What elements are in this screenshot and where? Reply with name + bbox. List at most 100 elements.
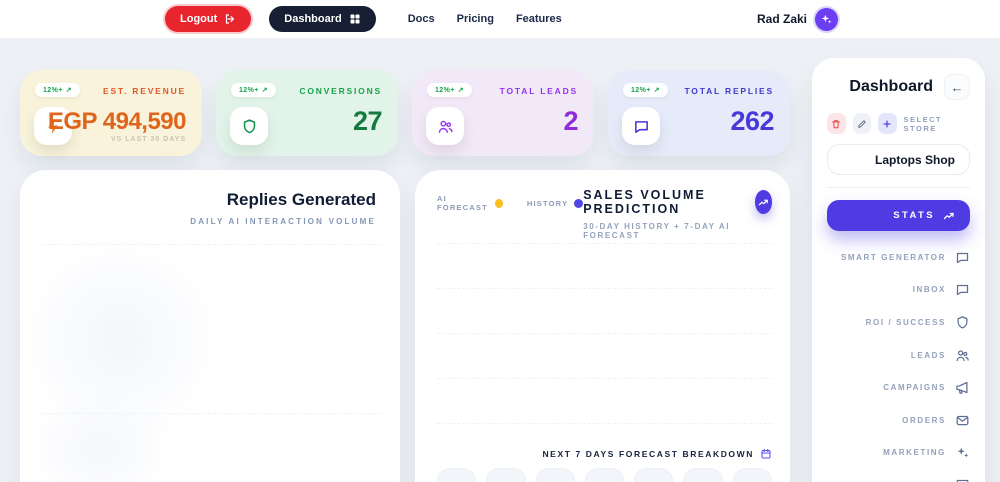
sidebar-item-inbox[interactable]: INBOX <box>827 274 970 307</box>
stat-card-leads: 12%+ ↗ TOTAL LEADS 2 <box>412 70 594 156</box>
sidebar-item-campaigns[interactable]: CAMPAIGNS <box>827 371 970 404</box>
chart-gridline <box>437 288 772 289</box>
logout-icon <box>224 13 236 25</box>
stat-card-replies: 12%+ ↗ TOTAL REPLIES 262 <box>608 70 790 156</box>
shield-icon <box>955 315 970 330</box>
trend-up-icon <box>758 197 769 208</box>
add-store-button[interactable] <box>878 113 897 134</box>
logout-button[interactable]: Logout <box>165 6 251 32</box>
chat-bubble-icon <box>955 282 970 297</box>
replies-chart-panel: Replies Generated DAILY AI INTERACTION V… <box>20 170 400 482</box>
stat-value: 27 <box>353 106 382 137</box>
nav-buttons: Logout Dashboard Docs Pricing Features <box>165 6 562 32</box>
menu-label: ORDERS <box>902 416 946 425</box>
avatar[interactable] <box>815 8 838 31</box>
trend-up-icon: ↗ <box>262 86 268 94</box>
dashboard-button[interactable]: Dashboard <box>269 6 375 32</box>
chart-gridline <box>42 413 382 414</box>
trend-badge-value: 12%+ <box>631 87 651 94</box>
stats-button-label: STATS <box>893 210 935 221</box>
sidebar-item-smart-generator[interactable]: SMART GENERATOR <box>827 241 970 274</box>
menu-label: MARKETING <box>883 448 946 457</box>
users-icon <box>426 107 464 145</box>
grid-icon <box>349 13 361 25</box>
forecast-slot-row <box>437 468 772 482</box>
forecast-day-slot[interactable] <box>536 468 575 482</box>
forecast-day-slot[interactable] <box>634 468 673 482</box>
stat-label: CONVERSIONS <box>299 86 382 96</box>
sparkles-icon <box>955 445 970 460</box>
sidebar-item-marketing[interactable]: MARKETING <box>827 437 970 470</box>
trend-badge: 12%+ ↗ <box>427 83 472 97</box>
megaphone-icon <box>955 380 970 395</box>
divider <box>827 187 970 188</box>
chart-gridline <box>437 333 772 334</box>
expand-chart-button[interactable] <box>755 190 772 214</box>
legend-history[interactable]: HISTORY <box>527 194 583 212</box>
forecast-day-slot[interactable] <box>683 468 722 482</box>
chart-legend: AI FORECAST HISTORY <box>437 194 583 212</box>
nav-link-docs[interactable]: Docs <box>408 13 435 25</box>
select-store-label: SELECT STORE <box>904 115 970 133</box>
sidebar-header: Dashboard ← <box>827 74 970 100</box>
menu-label: LEADS <box>911 351 946 360</box>
calendar-icon <box>760 448 772 460</box>
sidebar-item-orders[interactable]: ORDERS <box>827 404 970 437</box>
stat-value: 262 <box>730 106 774 137</box>
trend-badge: 12%+ ↗ <box>231 83 276 97</box>
forecast-day-slot[interactable] <box>733 468 772 482</box>
stat-value: 2 <box>563 106 578 137</box>
chat-bubble-icon <box>955 250 970 265</box>
trend-up-icon <box>943 210 955 222</box>
replies-chart-header: Replies Generated DAILY AI INTERACTION V… <box>20 170 400 226</box>
store-actions-row: SELECT STORE <box>827 113 970 134</box>
plus-icon <box>882 119 892 129</box>
stat-card-conversions: 12%+ ↗ CONVERSIONS 27 <box>216 70 398 156</box>
nav-link-features[interactable]: Features <box>516 13 562 25</box>
menu-label: INBOX <box>913 285 946 294</box>
nav-link-pricing[interactable]: Pricing <box>457 13 494 25</box>
chart-gridline <box>42 244 382 245</box>
history-dot-icon <box>574 199 583 208</box>
trend-up-icon: ↗ <box>66 86 72 94</box>
user-menu[interactable]: Rad Zaki <box>757 8 838 31</box>
stat-label: TOTAL LEADS <box>500 86 578 96</box>
legend-ai-forecast[interactable]: AI FORECAST <box>437 194 503 212</box>
sidebar-item-inventory[interactable]: INVENTORY <box>827 469 970 482</box>
sidebar-item-leads[interactable]: LEADS <box>827 339 970 372</box>
forecast-day-slot[interactable] <box>486 468 525 482</box>
store-select-value: Laptops Shop <box>875 153 955 167</box>
pencil-icon <box>857 119 867 129</box>
box-icon <box>955 478 970 482</box>
trend-up-icon: ↗ <box>654 86 660 94</box>
chat-bubble-icon <box>622 107 660 145</box>
trash-icon <box>831 119 841 129</box>
nav-links: Docs Pricing Features <box>408 13 562 25</box>
store-select[interactable]: Laptops Shop <box>827 144 970 175</box>
forecast-dot-icon <box>495 199 502 208</box>
forecast-breakdown-header: NEXT 7 DAYS FORECAST BREAKDOWN <box>437 448 772 460</box>
edit-store-button[interactable] <box>853 113 872 134</box>
legend-label: HISTORY <box>527 199 568 208</box>
sales-chart-title: SALES VOLUME PREDICTION <box>583 188 746 216</box>
chart-gridline <box>437 423 772 424</box>
top-navbar: Logout Dashboard Docs Pricing Features R… <box>0 0 1000 38</box>
replies-chart-title: Replies Generated <box>44 190 376 210</box>
trend-badge-value: 12%+ <box>43 87 63 94</box>
delete-store-button[interactable] <box>827 113 846 134</box>
trend-badge-value: 12%+ <box>435 87 455 94</box>
trend-badge: 12%+ ↗ <box>35 83 80 97</box>
right-sidebar: Dashboard ← SELECT STORE Laptops Shop ST… <box>812 58 985 482</box>
stats-button[interactable]: STATS <box>827 200 970 231</box>
sales-chart-header: AI FORECAST HISTORY SALES VOLUME PREDICT… <box>415 170 790 240</box>
users-icon <box>955 348 970 363</box>
sidebar-item-roi-success[interactable]: ROI / SUCCESS <box>827 306 970 339</box>
stat-value: EGP 494,590 <box>48 108 186 136</box>
trend-badge: 12%+ ↗ <box>623 83 668 97</box>
forecast-day-slot[interactable] <box>437 468 476 482</box>
forecast-day-slot[interactable] <box>585 468 624 482</box>
stat-label: EST. REVENUE <box>103 86 186 96</box>
menu-label: SMART GENERATOR <box>841 253 946 262</box>
back-button[interactable]: ← <box>944 74 970 100</box>
trend-up-icon: ↗ <box>458 86 464 94</box>
